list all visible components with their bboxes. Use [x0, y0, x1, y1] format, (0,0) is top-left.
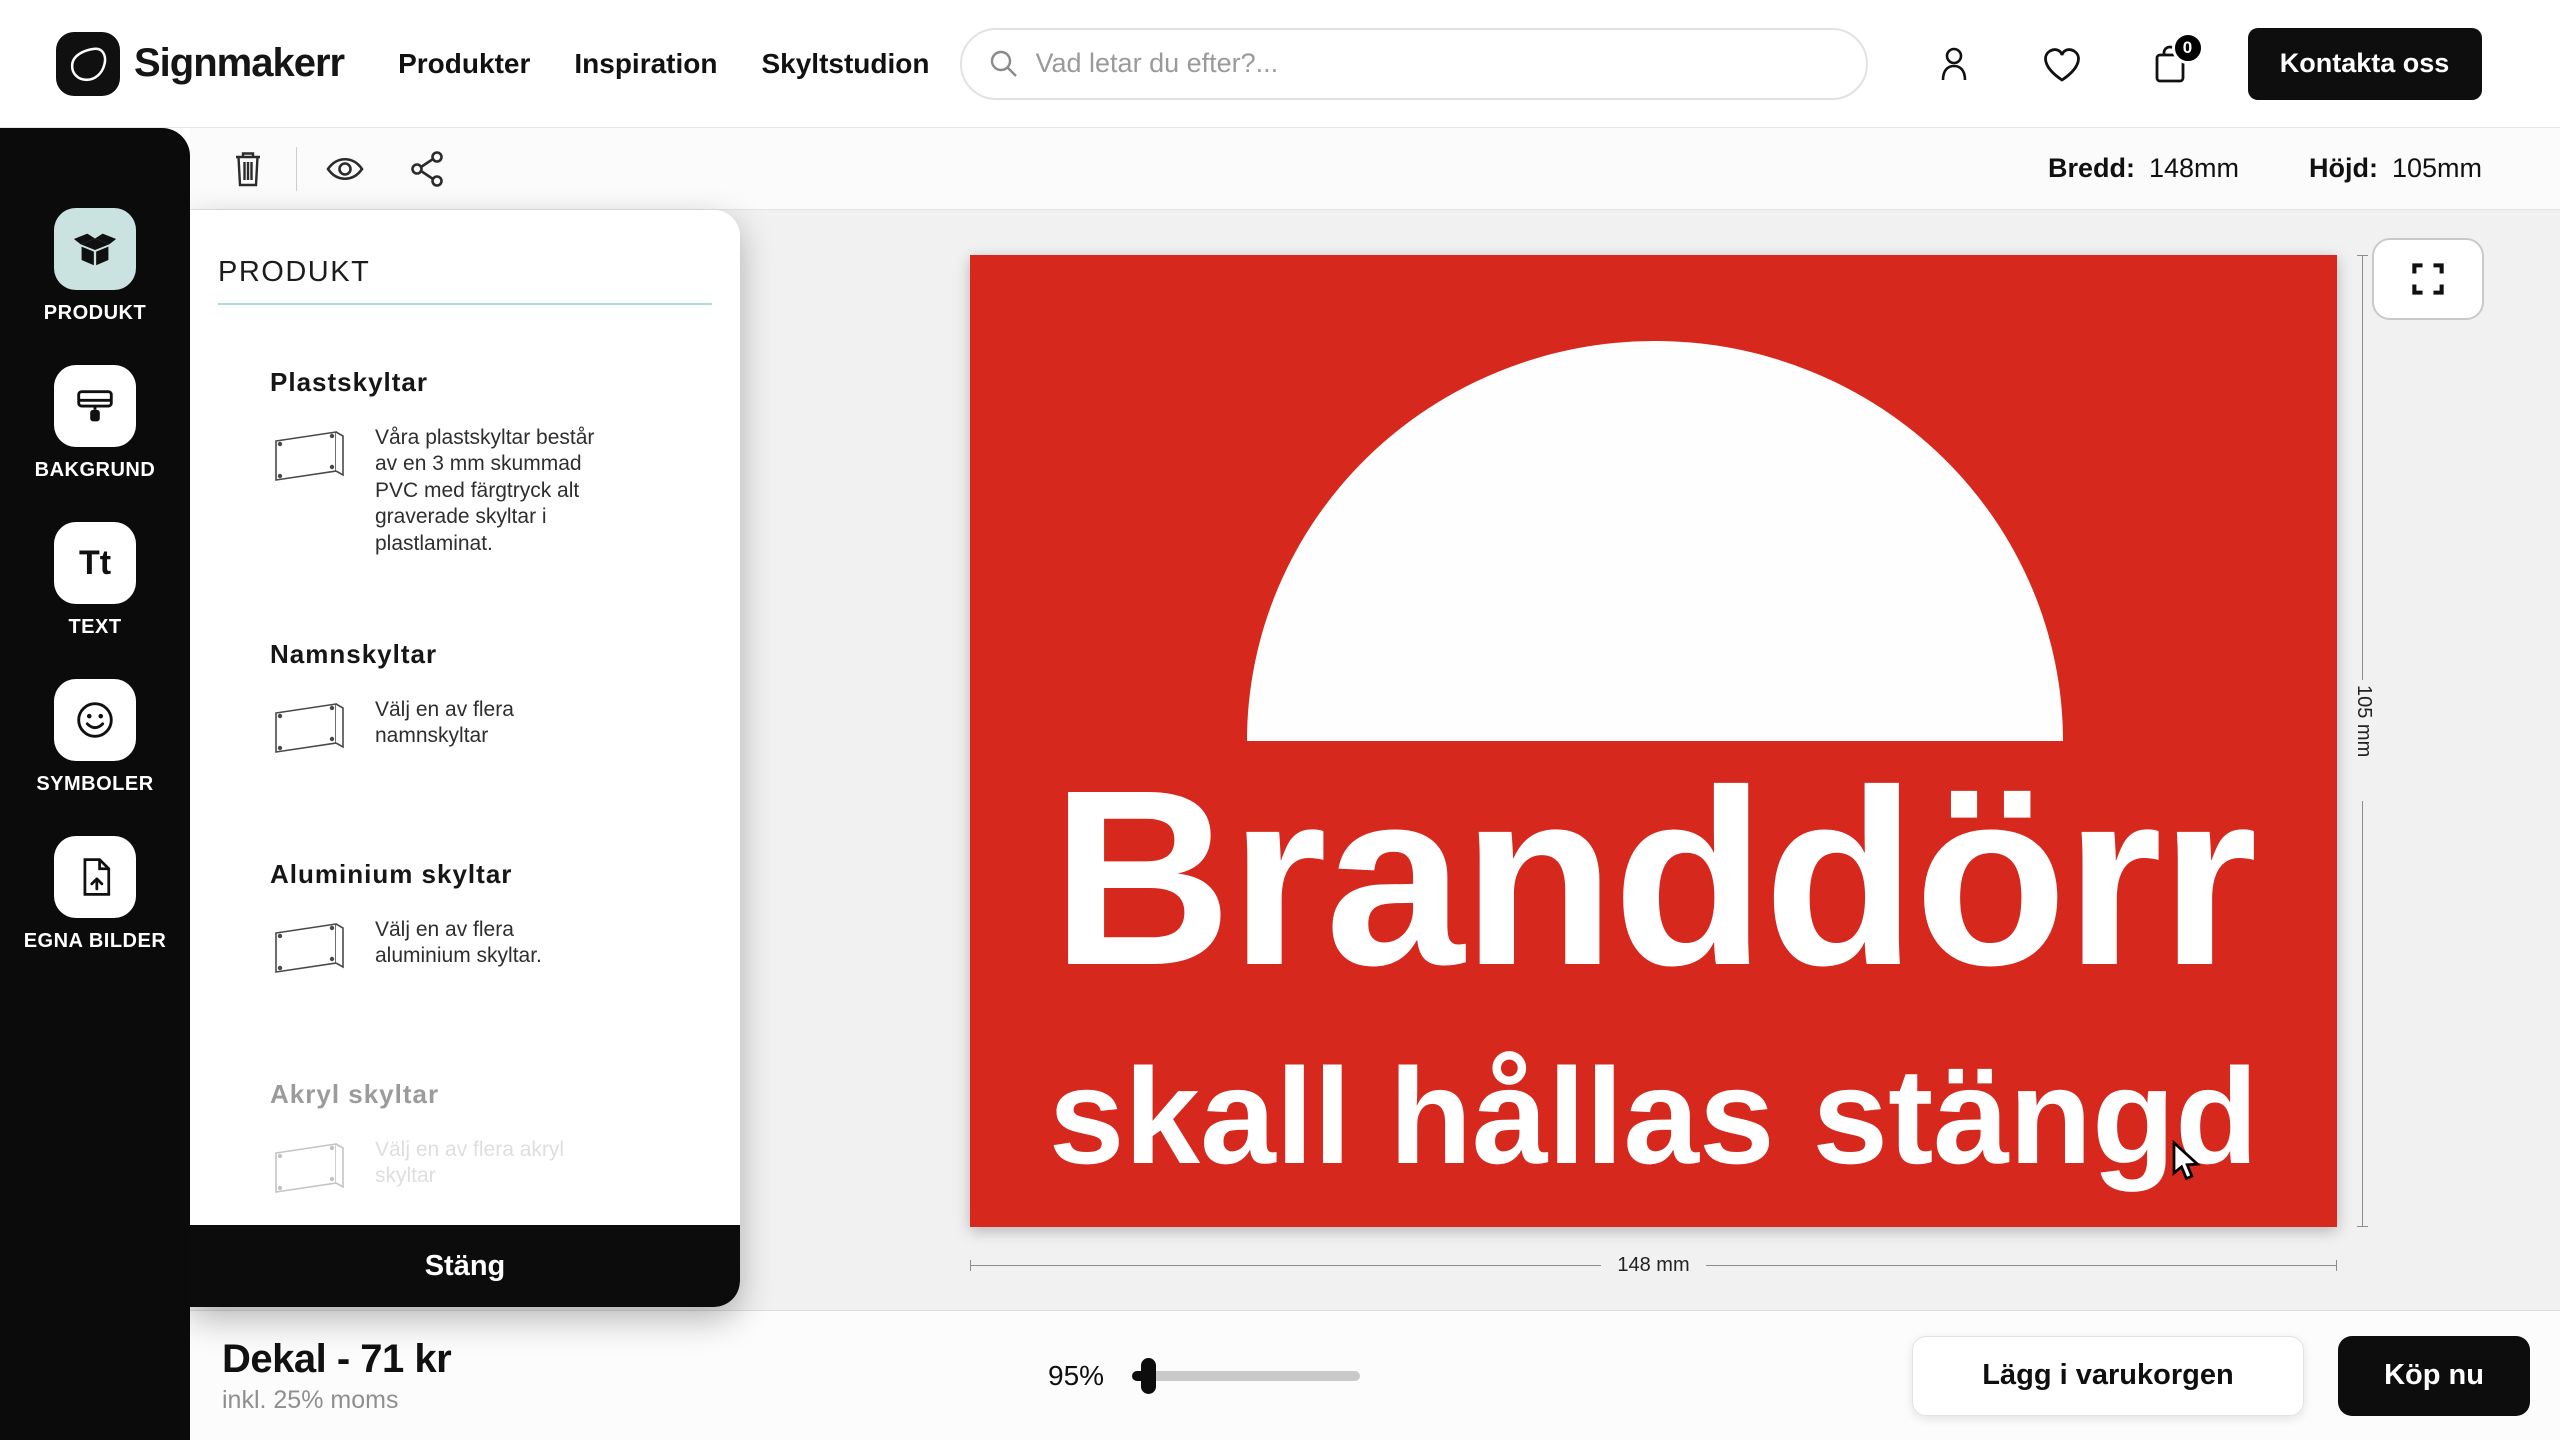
sign-panel-thumbnail-icon [270, 1137, 350, 1217]
share-icon[interactable] [405, 147, 449, 191]
search-input[interactable] [1036, 48, 1840, 79]
product-option-title: Aluminium skyltar [270, 859, 700, 889]
sidebar-label: SYMBOLER [36, 773, 153, 796]
brand[interactable]: Signmakerr [56, 32, 344, 96]
product-option-description: Välj en av flera akryl skyltar [375, 1137, 615, 1217]
sidebar-label: BAKGRUND [35, 459, 156, 482]
smiley-icon [54, 679, 136, 761]
brand-logo-icon [56, 32, 120, 96]
zoom-slider[interactable] [1132, 1358, 1360, 1394]
product-panel: PRODUKT Plastskyltar Våra plastskyltar b… [190, 210, 740, 1307]
eye-preview-icon[interactable] [323, 147, 367, 191]
product-option-title: Namnskyltar [270, 639, 700, 669]
search-bar[interactable] [960, 28, 1868, 100]
main-nav: Produkter Inspiration Skyltstudion [398, 48, 929, 80]
zoom-slider-track[interactable] [1132, 1371, 1360, 1381]
height-dimension-line: 105 mm [2361, 255, 2385, 1227]
cart-count-badge: 0 [2172, 32, 2204, 64]
open-box-icon [54, 208, 136, 290]
brand-name: Signmakerr [134, 41, 344, 86]
paint-brush-icon [54, 365, 136, 447]
cart-bag-icon[interactable]: 0 [2148, 40, 2192, 88]
width-label: Bredd: [2048, 153, 2135, 184]
nav-inspiration[interactable]: Inspiration [574, 48, 717, 80]
add-to-cart-button[interactable]: Lägg i varukorgen [1912, 1336, 2304, 1416]
sign-text-line2[interactable]: skall hållas stängd [970, 1048, 2337, 1184]
product-option-description: Välj en av flera namnskyltar [375, 697, 615, 777]
mouse-cursor [2165, 1140, 2205, 1184]
search-icon [988, 48, 1020, 80]
sidebar: PRODUKT BAKGRUND Tt TEXT SYMBOLER EGNA B… [0, 128, 190, 1440]
height-dimension-label: 105 mm [2352, 685, 2375, 757]
panel-title-underline [218, 303, 712, 305]
sign-dimensions: Bredd: 148mm Höjd: 105mm [2048, 153, 2482, 184]
vat-note: inkl. 25% moms [222, 1386, 451, 1415]
canvas-toolbar: Bredd: 148mm Höjd: 105mm [190, 128, 2560, 210]
trash-icon[interactable] [226, 147, 270, 191]
fullscreen-button[interactable] [2372, 238, 2484, 320]
nav-skyltstudion[interactable]: Skyltstudion [761, 48, 929, 80]
sign-dome-shape [1247, 341, 2063, 741]
signmaker-app: Signmakerr Produkter Inspiration Skyltst… [0, 0, 2560, 1440]
product-option-namnskyltar[interactable]: Namnskyltar Välj en av flera namnskyltar [270, 639, 700, 777]
purchase-buttons: Lägg i varukorgen Köp nu [1912, 1336, 2530, 1416]
sidebar-label: PRODUKT [44, 302, 146, 325]
zoom-percent: 95% [1048, 1360, 1104, 1392]
product-sections: Plastskyltar Våra plastskyltar består av… [190, 367, 740, 1217]
sign-text-line1[interactable]: Branddörr [970, 753, 2337, 1003]
sign-panel-thumbnail-icon [270, 425, 350, 557]
height-value: 105mm [2392, 153, 2482, 184]
product-price: Dekal - 71 kr [222, 1337, 451, 1382]
price-block: Dekal - 71 kr inkl. 25% moms [222, 1337, 451, 1415]
product-option-description: Välj en av flera aluminium skyltar. [375, 917, 615, 997]
sidebar-label: TEXT [68, 616, 121, 639]
account-icon[interactable] [1932, 40, 1976, 88]
product-option-title: Akryl skyltar [270, 1079, 700, 1109]
sidebar-item-symboler[interactable]: SYMBOLER [36, 679, 153, 796]
nav-produkter[interactable]: Produkter [398, 48, 530, 80]
panel-title: PRODUKT [218, 256, 712, 289]
close-panel-button[interactable]: Stäng [190, 1225, 740, 1307]
fullscreen-icon [2408, 259, 2448, 299]
product-option-plastskyltar[interactable]: Plastskyltar Våra plastskyltar består av… [270, 367, 700, 557]
sidebar-item-bakgrund[interactable]: BAKGRUND [35, 365, 156, 482]
zoom-control: 95% [1048, 1358, 1360, 1394]
file-upload-icon [54, 836, 136, 918]
sign-panel-thumbnail-icon [270, 917, 350, 997]
sidebar-item-text[interactable]: Tt TEXT [54, 522, 136, 639]
width-value: 148mm [2149, 153, 2239, 184]
product-option-akryl-skyltar[interactable]: Akryl skyltar Välj en av flera akryl sky… [270, 1079, 700, 1217]
width-dimension-line: 148 mm [970, 1254, 2337, 1278]
text-Tt-icon: Tt [54, 522, 136, 604]
sidebar-item-egna-bilder[interactable]: EGNA BILDER [24, 836, 167, 953]
buy-now-button[interactable]: Köp nu [2338, 1336, 2530, 1416]
sidebar-label: EGNA BILDER [24, 930, 167, 953]
sign-panel-thumbnail-icon [270, 697, 350, 777]
sign-artboard[interactable]: Branddörr skall hållas stängd [970, 255, 2337, 1227]
sidebar-item-produkt[interactable]: PRODUKT [44, 208, 146, 325]
zoom-slider-thumb[interactable] [1141, 1358, 1156, 1394]
product-option-title: Plastskyltar [270, 367, 700, 397]
contact-button[interactable]: Kontakta oss [2248, 28, 2482, 100]
toolbar-divider [296, 147, 297, 191]
favorites-heart-icon[interactable] [2040, 40, 2084, 88]
product-option-description: Våra plastskyltar består av en 3 mm skum… [375, 425, 615, 557]
height-label: Höjd: [2309, 153, 2378, 184]
header: Signmakerr Produkter Inspiration Skyltst… [0, 0, 2560, 128]
checkout-bar: Dekal - 71 kr inkl. 25% moms 95% Lägg i … [190, 1310, 2560, 1440]
product-option-aluminium-skyltar[interactable]: Aluminium skyltar Välj en av flera alumi… [270, 859, 700, 997]
